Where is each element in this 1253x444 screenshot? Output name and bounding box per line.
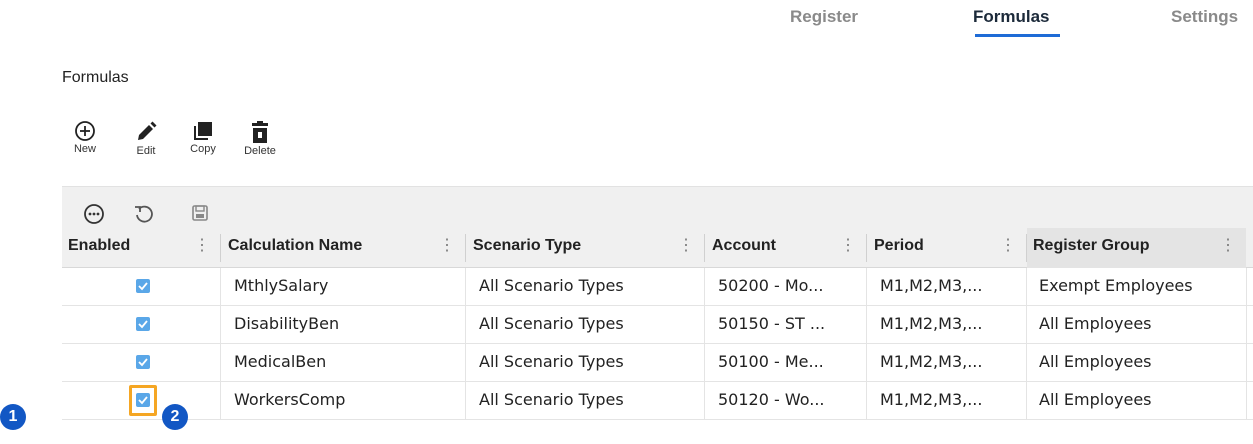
cell-divider (1246, 382, 1247, 419)
enabled-checkbox[interactable] (136, 355, 150, 369)
table-row[interactable]: MedicalBen All Scenario Types 50100 - Me… (62, 344, 1253, 382)
column-header-calculation-name[interactable]: Calculation Name ⋮ (222, 228, 465, 268)
column-header-account[interactable]: Account ⋮ (706, 228, 866, 268)
column-header-period[interactable]: Period ⋮ (868, 228, 1026, 268)
cell-calculation-name[interactable]: DisabilityBen (220, 306, 465, 343)
column-menu-icon[interactable]: ⋮ (1220, 228, 1236, 264)
copy-icon (194, 122, 212, 140)
column-header-label: Account (712, 237, 776, 254)
cell-divider (1246, 268, 1247, 305)
enabled-checkbox[interactable] (136, 279, 150, 293)
edit-button[interactable]: Edit (121, 120, 171, 157)
check-icon (138, 320, 148, 329)
cell-register-group[interactable]: Exempt Employees (1026, 268, 1246, 305)
tab-register[interactable]: Register (790, 7, 858, 27)
copy-button[interactable]: Copy (178, 120, 228, 155)
cell-calculation-name[interactable]: WorkersComp (220, 382, 465, 419)
cell-period[interactable]: M1,M2,M3,... (866, 306, 1026, 343)
column-header-enabled[interactable]: Enabled ⋮ (62, 228, 220, 268)
cell-period[interactable]: M1,M2,M3,... (866, 268, 1026, 305)
formulas-grid: Enabled ⋮ Calculation Name ⋮ Scenario Ty… (62, 186, 1253, 444)
callout-badge-1: 1 (0, 404, 26, 430)
cell-divider (1246, 306, 1247, 343)
cell-account[interactable]: 50120 - Wo... (704, 382, 866, 419)
callout-badge-2: 2 (162, 404, 188, 430)
cell-account[interactable]: 50150 - ST ... (704, 306, 866, 343)
cell-scenario-type[interactable]: All Scenario Types (465, 268, 704, 305)
column-header-scenario-type[interactable]: Scenario Type ⋮ (467, 228, 704, 268)
column-menu-icon[interactable]: ⋮ (439, 228, 455, 264)
cell-account[interactable]: 50200 - Mo... (704, 268, 866, 305)
table-row[interactable]: WorkersComp All Scenario Types 50120 - W… (62, 382, 1253, 420)
tab-settings[interactable]: Settings (1171, 7, 1238, 27)
save-icon (192, 205, 208, 221)
column-header-register-group[interactable]: Register Group ⋮ (1027, 228, 1246, 268)
column-divider[interactable] (220, 234, 221, 262)
new-button[interactable]: New (60, 120, 110, 155)
top-tabs: Register Formulas Settings (0, 0, 1253, 44)
column-menu-icon[interactable]: ⋮ (194, 228, 210, 264)
page-title: Formulas (62, 69, 129, 86)
add-circle-icon (75, 121, 95, 141)
cell-scenario-type[interactable]: All Scenario Types (465, 344, 704, 381)
edit-label: Edit (136, 145, 156, 157)
cell-calculation-name[interactable]: MedicalBen (220, 344, 465, 381)
table-row[interactable]: DisabilityBen All Scenario Types 50150 -… (62, 306, 1253, 344)
new-label: New (73, 143, 96, 155)
enabled-checkbox[interactable] (136, 393, 150, 407)
undo-icon (135, 205, 153, 223)
cell-account[interactable]: 50100 - Me... (704, 344, 866, 381)
column-divider[interactable] (866, 234, 867, 262)
column-menu-icon[interactable]: ⋮ (1000, 228, 1016, 264)
column-header-label: Calculation Name (228, 237, 363, 254)
pencil-icon (138, 121, 157, 140)
column-divider[interactable] (704, 234, 705, 262)
copy-label: Copy (190, 143, 216, 155)
tab-formulas[interactable]: Formulas (973, 7, 1050, 27)
delete-button[interactable]: Delete (235, 120, 285, 157)
cell-scenario-type[interactable]: All Scenario Types (465, 382, 704, 419)
more-options-icon (84, 204, 104, 224)
save-button[interactable] (190, 203, 210, 228)
cell-register-group[interactable]: All Employees (1026, 344, 1246, 381)
column-header-label: Scenario Type (473, 237, 582, 254)
enabled-checkbox[interactable] (136, 317, 150, 331)
more-options-button[interactable] (83, 203, 105, 230)
cell-register-group[interactable]: All Employees (1026, 382, 1246, 419)
undo-button[interactable] (133, 203, 155, 230)
check-icon (138, 358, 148, 367)
check-icon (138, 282, 148, 291)
cell-calculation-name[interactable]: MthlySalary (220, 268, 465, 305)
check-icon (138, 396, 148, 405)
column-header-label: Register Group (1033, 237, 1150, 254)
grid-header-row: Enabled ⋮ Calculation Name ⋮ Scenario Ty… (62, 228, 1253, 268)
column-header-label: Period (874, 237, 924, 254)
active-tab-indicator (975, 34, 1060, 37)
delete-label: Delete (244, 145, 276, 157)
table-row[interactable]: MthlySalary All Scenario Types 50200 - M… (62, 268, 1253, 306)
cell-register-group[interactable]: All Employees (1026, 306, 1246, 343)
cell-divider (1246, 344, 1247, 381)
column-menu-icon[interactable]: ⋮ (678, 228, 694, 264)
column-header-label: Enabled (68, 237, 131, 254)
cell-scenario-type[interactable]: All Scenario Types (465, 306, 704, 343)
cell-period[interactable]: M1,M2,M3,... (866, 344, 1026, 381)
cell-period[interactable]: M1,M2,M3,... (866, 382, 1026, 419)
column-divider[interactable] (465, 234, 466, 262)
trash-icon (252, 121, 268, 143)
column-menu-icon[interactable]: ⋮ (840, 228, 856, 264)
